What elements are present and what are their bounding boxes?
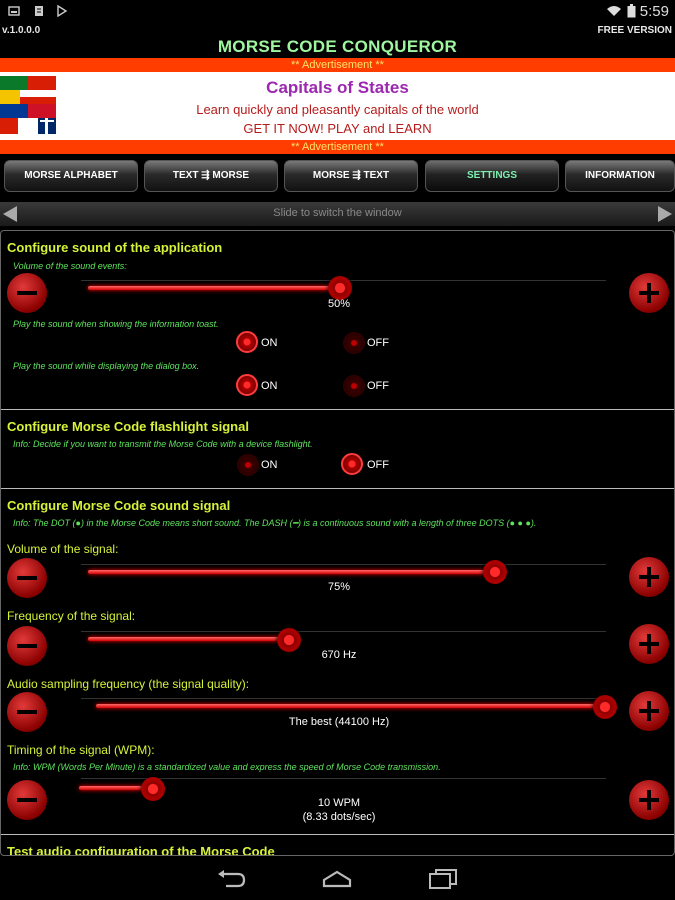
divider [1,834,674,835]
signal-volume-fill [88,570,496,574]
navigation-bar [0,858,675,900]
ad-strip-top: ** Advertisement ** [0,58,675,72]
sound-signal-info: Info: The DOT (●) in the Morse Code mean… [13,518,537,528]
toast-sound-off-label: OFF [367,337,389,349]
section-title-app-sound: Configure sound of the application [7,240,223,255]
free-version-label: FREE VERSION [597,25,672,36]
ad-strip-bottom: ** Advertisement ** [0,140,675,154]
timing-increase-button[interactable] [629,780,669,820]
wifi-icon [607,6,621,16]
flashlight-on-radio[interactable] [237,454,259,476]
frequency-decrease-button[interactable] [7,626,47,666]
sampling-decrease-button[interactable] [7,692,47,732]
version-label: v.1.0.0.0 [2,25,41,36]
timing-thumb[interactable] [141,777,166,801]
recent-apps-icon[interactable] [428,869,458,889]
app-volume-fill [88,286,340,290]
sampling-increase-button[interactable] [629,691,669,731]
flashlight-info: Info: Decide if you want to transmit the… [13,439,313,449]
app-volume-label: Volume of the sound events: [13,261,127,271]
frequency-label: Frequency of the signal: [7,609,136,623]
document-icon [35,6,43,16]
dialog-sound-off-radio[interactable] [343,375,365,397]
section-title-sound-signal: Configure Morse Code sound signal [7,498,231,513]
timing-value: 10 WPM [317,797,361,809]
slide-bar[interactable]: Slide to switch the window [0,202,675,226]
back-icon[interactable] [216,870,246,888]
status-bar: 5:59 [0,0,675,24]
timing-sub-value: (8.33 dots/sec) [302,811,376,823]
sampling-fill [96,704,605,708]
tab-settings[interactable]: SETTINGS [425,160,559,192]
toast-sound-off-radio[interactable] [343,332,365,354]
app-volume-decrease-button[interactable] [7,273,47,313]
divider [1,409,674,410]
toast-sound-on-label: ON [261,337,278,349]
sampling-track [81,698,606,699]
timing-decrease-button[interactable] [7,780,47,820]
signal-volume-thumb[interactable] [483,560,508,584]
app-title: MORSE CODE CONQUEROR [217,37,458,56]
ad-banner[interactable]: Capitals of States Learn quickly and ple… [0,72,675,140]
sampling-thumb[interactable] [593,695,617,719]
flashlight-on-label: ON [261,459,278,471]
battery-icon [627,4,636,18]
home-icon[interactable] [322,870,352,888]
dialog-sound-on-label: ON [261,380,278,392]
ad-line-1: Learn quickly and pleasantly capitals of… [196,102,479,117]
signal-volume-label: Volume of the signal: [7,542,119,556]
tab-morse-alphabet[interactable]: MORSE ALPHABET [4,160,138,192]
dialog-sound-off-label: OFF [367,380,389,392]
flashlight-off-label: OFF [367,459,389,471]
dialog-sound-label: Play the sound while displaying the dial… [13,361,200,371]
toast-sound-label: Play the sound when showing the informat… [13,319,219,329]
signal-volume-increase-button[interactable] [629,557,669,597]
frequency-value: 670 Hz [321,649,357,661]
signal-volume-value: 75% [327,581,351,593]
sampling-value: The best (44100 Hz) [288,716,390,728]
timing-info: Info: WPM (Words Per Minute) is a standa… [13,762,441,772]
app-volume-increase-button[interactable] [629,273,669,313]
play-store-icon [57,5,68,17]
frequency-increase-button[interactable] [629,624,669,664]
ad-title: Capitals of States [266,78,409,97]
tab-text-to-morse[interactable]: TEXT ⇶ MORSE [144,160,278,192]
clock: 5:59 [639,3,669,20]
section-title-flashlight: Configure Morse Code flashlight signal [7,419,249,434]
frequency-fill [88,637,289,641]
divider [1,488,674,489]
arrow-right-icon[interactable] [658,206,672,222]
ad-line-2: GET IT NOW! PLAY and LEARN [243,121,432,136]
app-volume-value: 50% [327,298,351,310]
flashlight-off-radio[interactable] [341,453,363,475]
settings-panel[interactable]: Configure sound of the application Volum… [0,230,675,856]
section-title-test-audio: Test audio configuration of the Morse Co… [7,844,275,856]
slide-hint: Slide to switch the window [273,207,402,219]
sampling-label: Audio sampling frequency (the signal qua… [7,677,250,691]
app-header: v.1.0.0.0 FREE VERSION MORSE CODE CONQUE… [0,24,675,58]
gallery-icon [8,6,20,16]
tab-morse-to-text[interactable]: MORSE ⇶ TEXT [284,160,418,192]
tab-information[interactable]: INFORMATION [565,160,675,192]
app-volume-thumb[interactable] [327,276,352,300]
timing-label: Timing of the signal (WPM): [7,743,155,757]
toast-sound-on-radio[interactable] [236,331,258,353]
dialog-sound-on-radio[interactable] [236,374,258,396]
frequency-track [81,631,606,632]
signal-volume-decrease-button[interactable] [7,558,47,598]
tab-bar: MORSE ALPHABET TEXT ⇶ MORSE MORSE ⇶ TEXT… [0,156,675,196]
signal-volume-track [81,564,606,565]
